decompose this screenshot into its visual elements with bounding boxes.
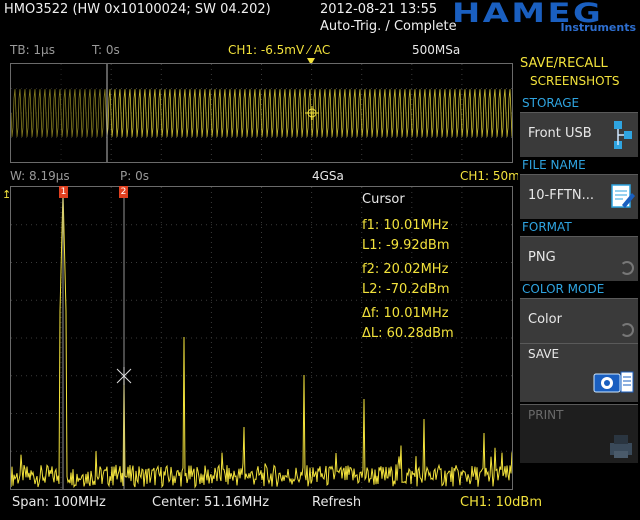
span-label: Span: 100MHz bbox=[12, 495, 106, 510]
sample-rate: 500MSa bbox=[412, 43, 461, 57]
print-label: PRINT bbox=[528, 408, 564, 422]
reference-level-icon: ↥ bbox=[2, 188, 12, 201]
rotary-knob-icon bbox=[620, 323, 634, 337]
time-domain-panel bbox=[10, 63, 513, 163]
rotary-knob-icon bbox=[620, 261, 634, 275]
brand-subtitle: Instruments bbox=[560, 21, 636, 34]
menu-title-line1: SAVE/RECALL bbox=[520, 56, 608, 71]
storage-button[interactable]: Front USB bbox=[520, 112, 638, 157]
cursor-f2: f2: 20.02MHz bbox=[362, 262, 449, 277]
device-info: HMO3522 (HW 0x10100024; SW 04.202) bbox=[4, 2, 271, 17]
format-heading: FORMAT bbox=[522, 220, 572, 234]
cursor-l1: L1: -9.92dBm bbox=[362, 238, 450, 253]
print-button[interactable]: PRINT bbox=[520, 404, 638, 463]
center-label: Center: 51.16MHz bbox=[152, 495, 270, 510]
cursor-2-crosshair-icon bbox=[116, 367, 132, 385]
filename-heading: FILE NAME bbox=[522, 158, 586, 172]
fft-sample-rate: 4GSa bbox=[312, 169, 344, 183]
datetime: 2012-08-21 13:55 bbox=[320, 2, 438, 17]
position-label: P: 0s bbox=[120, 169, 149, 183]
save-button[interactable]: SAVE bbox=[520, 343, 638, 402]
ch1-ref-level: CH1: 10dBm bbox=[460, 495, 543, 510]
timebase-label: TB: 1µs bbox=[10, 43, 55, 57]
marker-1[interactable]: 1 bbox=[59, 186, 68, 198]
cursor-l2: L2: -70.2dBm bbox=[362, 282, 450, 297]
file-edit-icon bbox=[611, 184, 635, 208]
usb-storage-icon bbox=[614, 121, 632, 149]
filename-value: 10-FFTN... bbox=[528, 188, 595, 203]
acquisition-status: Auto-Trig. / Complete bbox=[320, 19, 457, 34]
window-width-label: W: 8.19µs bbox=[10, 169, 70, 183]
cursor-title: Cursor bbox=[362, 192, 405, 207]
storage-heading: STORAGE bbox=[522, 96, 580, 110]
time-domain-waveform bbox=[10, 64, 513, 162]
crosshair-icon bbox=[305, 106, 319, 120]
marker-2[interactable]: 2 bbox=[119, 186, 128, 198]
format-button[interactable]: PNG bbox=[520, 236, 638, 281]
save-label: SAVE bbox=[528, 347, 560, 361]
color-mode-button[interactable]: Color bbox=[520, 298, 638, 343]
format-value: PNG bbox=[528, 250, 556, 265]
storage-value: Front USB bbox=[528, 126, 592, 141]
cursor-delta-l: ΔL: 60.28dBm bbox=[362, 326, 454, 341]
menu-title-line2: SCREENSHOTS bbox=[530, 74, 620, 88]
color-mode-heading: COLOR MODE bbox=[522, 282, 605, 296]
camera-icon bbox=[593, 371, 634, 393]
ch1-setting: CH1: -6.5mV ⁄ AC bbox=[228, 43, 331, 57]
cursor-delta-f: Δf: 10.01MHz bbox=[362, 306, 449, 321]
mode-label: Refresh bbox=[312, 495, 362, 510]
ch1-scale: CH1: 50m bbox=[460, 169, 518, 183]
color-mode-value: Color bbox=[528, 312, 562, 327]
filename-button[interactable]: 10-FFTN... bbox=[520, 174, 638, 219]
trigger-time-label: T: 0s bbox=[92, 43, 120, 57]
cursor-f1: f1: 10.01MHz bbox=[362, 218, 449, 233]
hameg-logo: HAMEG Instruments bbox=[452, 0, 638, 35]
printer-icon bbox=[610, 435, 632, 458]
zoom-window-left-shade bbox=[11, 64, 107, 162]
